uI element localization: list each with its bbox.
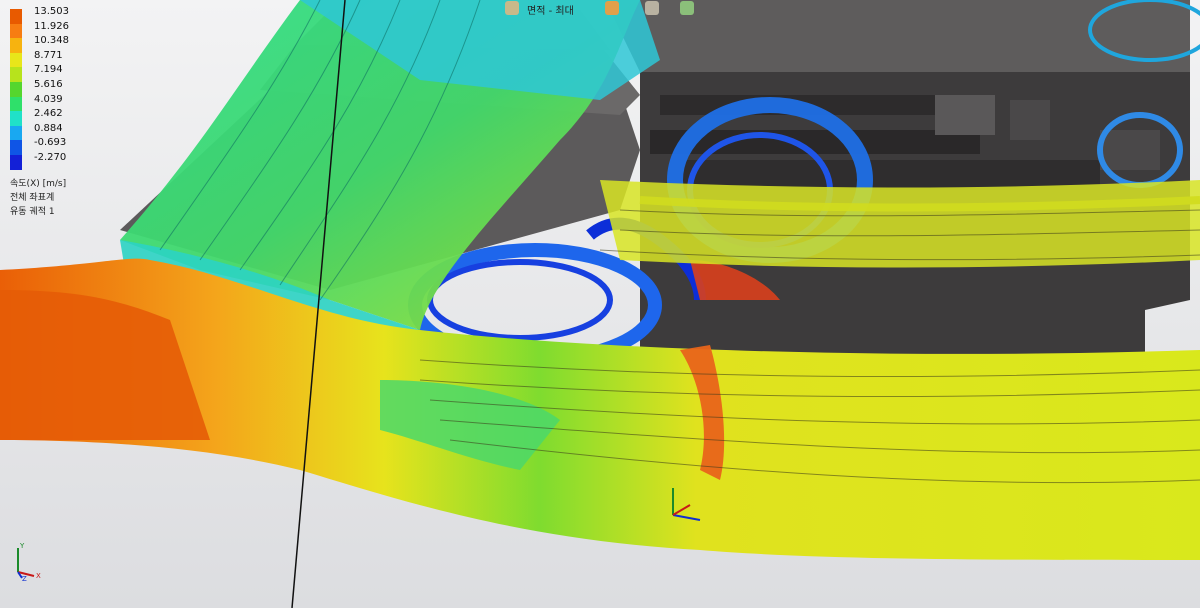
view-toolbar: 면적 - 최대 [505,0,705,18]
toolbar-icon[interactable] [645,1,659,15]
z-axis-label: Z [22,575,27,582]
legend-color-swatch [10,125,22,141]
legend-value: -2.270 [34,152,67,163]
y-axis-label: Y [19,542,25,550]
axis-triad: Y X Z [17,542,41,582]
legend-value: 4.039 [34,93,63,105]
legend-color-swatch [10,23,22,39]
legend-trajectory-name: 유동 궤적 1 [10,207,55,217]
flow-trajectory-scene[interactable] [0,0,1200,608]
legend-value: 11.926 [34,20,69,32]
legend-value: 13.503 [34,6,69,17]
x-axis-label: X [36,572,41,580]
toolbar-icon[interactable] [505,1,519,15]
toolbar-icon[interactable] [680,1,694,15]
toolbar-icon[interactable] [605,1,619,15]
legend-color-swatch [10,67,22,82]
legend-color-swatch [10,96,22,112]
legend-value: 0.884 [34,122,63,134]
legend-color-swatch [10,111,22,126]
legend-quantity-label: 속도(X) [m/s] [10,179,67,189]
legend-color-swatch [10,9,22,24]
legend-color-swatch [10,38,22,53]
legend-value: 5.616 [34,79,63,90]
legend-value: 2.462 [34,108,63,120]
legend-color-swatch [10,82,22,97]
legend-value: -0.693 [34,137,67,149]
legend-coord-system: 전체 좌표계 [10,193,55,203]
simulation-viewport[interactable]: 면적 - 최대 [0,0,1200,608]
legend-color-swatch [10,155,22,170]
legend-value: 7.194 [34,64,63,76]
legend-value: 8.771 [34,49,63,61]
legend-value: 10.348 [34,35,69,47]
legend-color-swatch [10,140,22,155]
legend-color-swatch [10,52,22,68]
toolbar-text: 면적 - 최대 [527,6,574,17]
